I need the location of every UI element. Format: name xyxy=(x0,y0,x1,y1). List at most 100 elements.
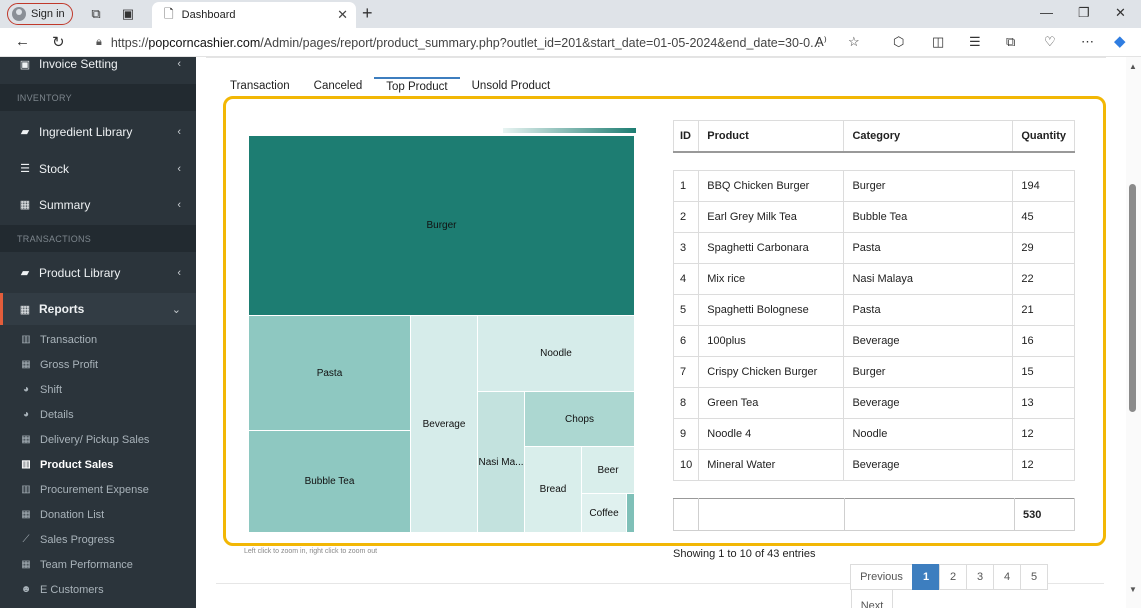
sidebar-item-label: Stock xyxy=(39,161,70,176)
sidebar-item-invoice-setting[interactable]: ▣ Invoice Setting ‹ xyxy=(0,57,196,71)
table-row: 9 Noodle 4 Noodle 12 xyxy=(672,418,1075,450)
sidebar-subitem-label: Donation List xyxy=(40,508,105,521)
next-page-button[interactable]: Next xyxy=(851,590,893,608)
page-button-3[interactable]: 3 xyxy=(966,564,994,590)
category-treemap[interactable]: Burger Pasta Bubble Tea Beverage Noodle … xyxy=(249,136,635,533)
treemap-cell-coffee[interactable]: Coffee xyxy=(582,494,627,533)
treemap-cell-noodle[interactable]: Noodle xyxy=(478,316,635,392)
sidebar-subitem-gross-profit[interactable]: ▦ Gross Profit xyxy=(0,352,196,377)
column-header-quantity[interactable]: Quantity xyxy=(1012,120,1075,153)
url-field[interactable]: 🔒︎ https://popcorncashier.com/Admin/page… xyxy=(88,31,875,54)
table-cell-product: Noodle 4 xyxy=(698,418,845,450)
database-icon: ☰ xyxy=(20,163,30,175)
bar-chart-icon: ▥ xyxy=(21,334,31,345)
sidebar-subitem-sales-progress[interactable]: ⟋ Sales Progress xyxy=(0,527,196,552)
sidebar-subitem-details[interactable]: ◕ Details xyxy=(0,402,196,427)
treemap-cell-beer[interactable]: Beer xyxy=(582,447,635,494)
column-header-id[interactable]: ID xyxy=(672,120,700,153)
treemap-cell-chops[interactable]: Chops xyxy=(525,392,635,447)
sidebar-subitem-procurement-expense[interactable]: ▥ Procurement Expense xyxy=(0,477,196,502)
table-cell-qty: 12 xyxy=(1012,449,1075,481)
read-aloud-icon[interactable]: A⁾ xyxy=(815,34,827,50)
sidebar-item-product-library[interactable]: ▰ Product Library ‹ xyxy=(0,259,196,286)
favorites-icon[interactable]: ☰ xyxy=(969,34,981,50)
sidebar-subitem-shift[interactable]: ◕ Shift xyxy=(0,377,196,402)
scroll-up-icon[interactable]: ▲ xyxy=(1129,62,1137,71)
table-spacer xyxy=(673,151,1075,171)
entries-info: Showing 1 to 10 of 43 entries xyxy=(673,548,816,560)
close-window-icon[interactable]: ✕ xyxy=(1115,5,1126,21)
extensions-icon[interactable]: ⬡ xyxy=(893,34,904,50)
bar-chart-icon: ▥ xyxy=(21,459,31,470)
tab-top-product[interactable]: Top Product xyxy=(374,77,460,97)
sidebar: ▣ Invoice Setting ‹ INVENTORY ▰ Ingredie… xyxy=(0,57,196,608)
sidebar-subitem-transaction[interactable]: ▥ Transaction xyxy=(0,327,196,352)
tab-transaction[interactable]: Transaction xyxy=(218,77,302,97)
book-icon: ▰ xyxy=(20,267,30,279)
tab-canceled[interactable]: Canceled xyxy=(302,77,375,97)
tab-title: Dashboard xyxy=(181,9,236,21)
sidebar-subitem-donation-list[interactable]: ▦ Donation List xyxy=(0,502,196,527)
page-icon: 🗋 xyxy=(164,6,174,21)
page-button-4[interactable]: 4 xyxy=(993,564,1021,590)
sidebar-subitem-team-performance[interactable]: ▦ Team Performance xyxy=(0,552,196,577)
sidebar-subitem-product-sales[interactable]: ▥ Product Sales xyxy=(0,452,196,477)
table-cell-category: Bubble Tea xyxy=(843,201,1014,233)
sidebar-item-summary[interactable]: ▦ Summary ‹ xyxy=(0,191,196,218)
table-cell-qty: 21 xyxy=(1012,294,1075,326)
tab-unsold-product[interactable]: Unsold Product xyxy=(460,77,563,97)
treemap-cell-burger[interactable]: Burger xyxy=(249,136,635,316)
refresh-icon[interactable]: ↻ xyxy=(52,33,65,51)
scrollbar-thumb[interactable] xyxy=(1129,184,1136,412)
previous-page-button[interactable]: Previous xyxy=(850,564,913,590)
sidebar-item-ingredient-library[interactable]: ▰ Ingredient Library ‹ xyxy=(0,118,196,145)
scroll-down-icon[interactable]: ▼ xyxy=(1129,585,1137,594)
new-tab-icon[interactable]: + xyxy=(362,3,373,24)
column-header-product[interactable]: Product xyxy=(698,120,845,153)
table-row: 6 100plus Beverage 16 xyxy=(672,325,1075,357)
sign-in-button[interactable]: Sign in xyxy=(7,3,73,25)
close-tab-icon[interactable]: ✕ xyxy=(337,7,348,23)
sidebar-subitem-label: Product Sales xyxy=(40,458,114,471)
pie-chart-icon: ◕ xyxy=(22,409,30,420)
collections-icon[interactable]: ⧉ xyxy=(1006,34,1015,50)
split-screen-icon[interactable]: ◫ xyxy=(932,34,944,50)
more-menu-icon[interactable]: ⋯ xyxy=(1081,34,1094,50)
column-header-category[interactable]: Category xyxy=(843,120,1014,153)
treemap-cell-beverage[interactable]: Beverage xyxy=(411,316,478,533)
sidebar-subitem-e-customers[interactable]: ☻ E Customers xyxy=(0,577,196,602)
profile-icon xyxy=(12,7,26,21)
sidebar-item-stock[interactable]: ☰ Stock ‹ xyxy=(0,155,196,182)
browser-tab-dashboard[interactable]: 🗋 Dashboard ✕ xyxy=(152,2,356,28)
back-icon[interactable]: ← xyxy=(15,33,30,50)
sidebar-subitem-delivery-pickup[interactable]: ▦ Delivery/ Pickup Sales xyxy=(0,427,196,452)
table-icon: ▦ xyxy=(21,509,31,520)
page-button-2[interactable]: 2 xyxy=(939,564,967,590)
tab-actions-icon[interactable]: ▣ xyxy=(120,6,136,22)
copilot-icon[interactable]: ◆ xyxy=(1114,32,1126,50)
footer-empty-cell xyxy=(844,498,1015,531)
book-icon: ▰ xyxy=(20,126,30,138)
treemap-cell-nasi-malaya[interactable]: Nasi Ma... xyxy=(478,392,525,533)
sidebar-subitem-label: Procurement Expense xyxy=(40,483,149,496)
treemap-cell-pasta[interactable]: Pasta xyxy=(249,316,411,431)
chevron-left-icon: ‹ xyxy=(177,198,181,211)
treemap-cell-bubble-tea[interactable]: Bubble Tea xyxy=(249,431,411,533)
browser-essentials-icon[interactable]: ♡ xyxy=(1044,34,1056,50)
table-row: 1 BBQ Chicken Burger Burger 194 xyxy=(672,170,1075,202)
workspaces-icon[interactable]: ⧉ xyxy=(88,6,104,22)
favorite-star-icon[interactable]: ☆ xyxy=(848,34,860,50)
sidebar-item-reports[interactable]: ▦ Reports ⌄ xyxy=(0,293,196,325)
table-icon: ▦ xyxy=(21,559,31,570)
table-icon: ▦ xyxy=(19,199,31,211)
page-button-1[interactable]: 1 xyxy=(912,564,940,590)
page-scrollbar[interactable]: ▲ ▼ xyxy=(1126,57,1141,608)
restore-icon[interactable]: ❐ xyxy=(1078,5,1090,21)
minimize-icon[interactable]: — xyxy=(1040,5,1053,20)
treemap-cell-other[interactable] xyxy=(627,494,635,533)
page-button-5[interactable]: 5 xyxy=(1020,564,1048,590)
table-row: 8 Green Tea Beverage 13 xyxy=(672,387,1075,419)
table-footer: 530 xyxy=(673,498,1075,531)
treemap-cell-bread[interactable]: Bread xyxy=(525,447,582,533)
url-host: popcorncashier.com xyxy=(148,35,261,50)
